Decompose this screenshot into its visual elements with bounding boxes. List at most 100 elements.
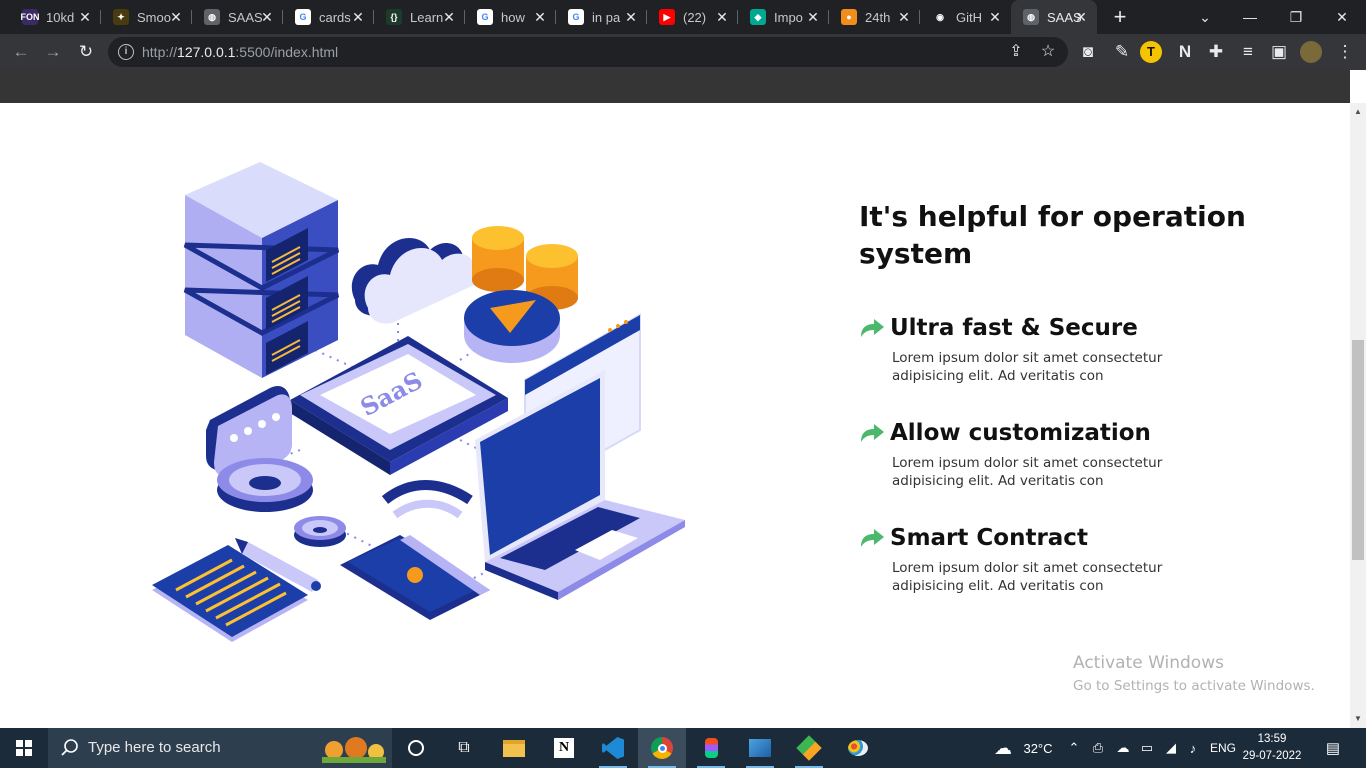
feature-description: Lorem ipsum dolor sit amet consectetur a… <box>892 350 1163 384</box>
bookmark-star-icon[interactable]: ☆ <box>1036 40 1060 64</box>
temperature-text[interactable]: 32°C <box>1018 728 1058 768</box>
tab-close-icon[interactable]: ✕ <box>77 9 93 25</box>
scroll-up-icon[interactable]: ▲ <box>1350 104 1366 120</box>
onedrive-icon[interactable]: ☁ <box>1112 728 1134 768</box>
tab-favicon-icon: ◆ <box>750 9 766 25</box>
notion-app-icon[interactable]: N <box>540 728 588 768</box>
address-bar[interactable]: i http://127.0.0.1:5500/index.html ⇪ ☆ <box>108 37 1068 67</box>
browser-tab[interactable]: Ghow ✕ <box>465 0 556 34</box>
clock-time: 13:59 <box>1257 733 1287 745</box>
vscode-icon[interactable] <box>589 728 637 768</box>
new-tab-button[interactable]: + <box>1108 5 1132 29</box>
browser-tab[interactable]: FON 10kd ✕ <box>10 0 101 34</box>
side-panel-icon[interactable]: ▣ <box>1267 40 1291 64</box>
browser-tab[interactable]: ◉ GitH ✕ <box>920 0 1011 34</box>
browser-tab[interactable]: ◍ SAAS ✕ <box>192 0 283 34</box>
screen: FON 10kd ✕ ✦ Smoo ✕ ◍ SAAS ✕ Gcards ✕{} Learn ✕ Ghow ✕… <box>0 0 1366 768</box>
tab-title: Learn <box>410 9 444 25</box>
figma-icon[interactable] <box>687 728 735 768</box>
tab-title: SAAS <box>228 9 262 25</box>
browser-tab[interactable]: {} Learn ✕ <box>374 0 465 34</box>
search-icon <box>61 739 78 756</box>
extensions-puzzle-icon[interactable]: ✚ <box>1204 40 1228 64</box>
browser-tab[interactable]: Gcards ✕ <box>283 0 374 34</box>
taskbar-clock[interactable]: 13:59 29-07-2022 <box>1236 731 1308 765</box>
paint-app-icon[interactable] <box>834 728 882 768</box>
tab-title: (22) <box>683 9 707 25</box>
saas-isometric-illustration: SaaS <box>152 162 685 642</box>
language-indicator[interactable]: ENG <box>1206 728 1240 768</box>
gear-icon <box>217 458 346 547</box>
volume-icon[interactable]: ♪ <box>1182 728 1204 768</box>
tab-close-icon[interactable]: ✕ <box>441 9 457 25</box>
tab-favicon-icon: {} <box>386 9 402 25</box>
taskbar-search-box[interactable]: Type here to search <box>48 728 392 768</box>
url-text[interactable]: http://127.0.0.1:5500/index.html <box>142 44 338 60</box>
minimize-button[interactable]: — <box>1238 5 1262 29</box>
feature-description: Lorem ipsum dolor sit amet consectetur a… <box>892 455 1163 489</box>
tab-title: in pa <box>592 9 621 25</box>
forward-icon[interactable]: → <box>41 40 65 64</box>
site-info-icon[interactable]: i <box>118 44 134 60</box>
activate-windows-watermark: Activate Windows Go to Settings to activ… <box>1073 652 1315 696</box>
browser-tab[interactable]: ◍ SAAS ✕ <box>1011 0 1097 34</box>
site-navbar-strip <box>0 70 1350 103</box>
windows-start-icon[interactable] <box>0 728 48 768</box>
browser-tab[interactable]: ◆ Impo ✕ <box>738 0 829 34</box>
tray-chevron-icon[interactable]: ⌃ <box>1064 728 1084 768</box>
tab-close-icon[interactable]: ✕ <box>350 9 366 25</box>
tab-title: 24th <box>865 9 891 25</box>
git-app-icon[interactable] <box>785 728 833 768</box>
extension-pen-icon[interactable]: ✎ <box>1110 40 1134 64</box>
watermark-title: Activate Windows <box>1073 653 1224 673</box>
browser-tab[interactable]: ▶ (22) ✕ <box>647 0 738 34</box>
watermark-subtitle: Go to Settings to activate Windows. <box>1073 678 1315 694</box>
share-icon[interactable]: ⇪ <box>1004 40 1028 64</box>
battery-icon[interactable]: ▭ <box>1136 728 1158 768</box>
tab-close-icon[interactable]: ✕ <box>623 9 639 25</box>
notifications-icon[interactable]: ▤ <box>1320 728 1346 768</box>
maximize-button[interactable]: ❐ <box>1284 5 1308 29</box>
profile-extension-icon[interactable]: T <box>1140 41 1162 63</box>
tab-favicon-icon: ◍ <box>1023 9 1039 25</box>
tab-close-icon[interactable]: ✕ <box>168 9 184 25</box>
chrome-icon[interactable] <box>638 728 686 768</box>
windows-taskbar: Type here to search ⧉ N ☁ 32°C ⌃ ⎙ ☁ ▭ ◢… <box>0 728 1366 768</box>
tab-close-icon[interactable]: ✕ <box>896 9 912 25</box>
feature-title: Allow customization <box>890 420 1151 446</box>
tab-title: Smoo <box>137 9 171 25</box>
tab-close-icon[interactable]: ✕ <box>987 9 1003 25</box>
network-icon[interactable]: ◢ <box>1160 728 1182 768</box>
notion-extension-icon[interactable]: N <box>1173 40 1197 64</box>
task-view-icon[interactable]: ⧉ <box>440 728 488 768</box>
camera-icon[interactable]: ◙ <box>1076 40 1100 64</box>
reload-icon[interactable]: ↻ <box>74 40 98 64</box>
avatar[interactable] <box>1300 41 1322 63</box>
tab-close-icon[interactable]: ✕ <box>714 9 730 25</box>
cortana-icon[interactable] <box>392 728 440 768</box>
browser-tab[interactable]: ● 24th ✕ <box>829 0 920 34</box>
file-explorer-icon[interactable] <box>490 728 538 768</box>
tab-close-icon[interactable]: ✕ <box>532 9 548 25</box>
back-icon[interactable]: ← <box>9 40 33 64</box>
menu-kebab-icon[interactable]: ⋮ <box>1333 40 1357 64</box>
browser-tab[interactable]: Gin pa ✕ <box>556 0 647 34</box>
photos-app-icon[interactable] <box>736 728 784 768</box>
tab-favicon-icon: ● <box>841 9 857 25</box>
tab-favicon-icon: FON <box>21 9 40 25</box>
scroll-down-icon[interactable]: ▼ <box>1350 711 1366 727</box>
tab-close-icon[interactable]: ✕ <box>259 9 275 25</box>
tab-title: 10kd <box>46 9 75 25</box>
tab-close-icon[interactable]: ✕ <box>805 9 821 25</box>
close-window-button[interactable]: ✕ <box>1330 5 1354 29</box>
device-icon[interactable]: ⎙ <box>1088 728 1108 768</box>
tab-search-chevron-icon[interactable]: ⌄ <box>1193 5 1217 29</box>
weather-icon[interactable]: ☁ <box>988 728 1018 768</box>
browser-tab[interactable]: ✦ Smoo ✕ <box>101 0 192 34</box>
reading-list-icon[interactable]: ≡ <box>1236 40 1260 64</box>
tab-close-icon[interactable]: ✕ <box>1073 9 1089 25</box>
page-scrollbar-thumb[interactable] <box>1352 340 1364 560</box>
saas-platform-icon: SaaS <box>290 336 508 475</box>
section-heading: It's helpful for operation system <box>859 200 1246 270</box>
cloud-icon <box>351 238 476 324</box>
